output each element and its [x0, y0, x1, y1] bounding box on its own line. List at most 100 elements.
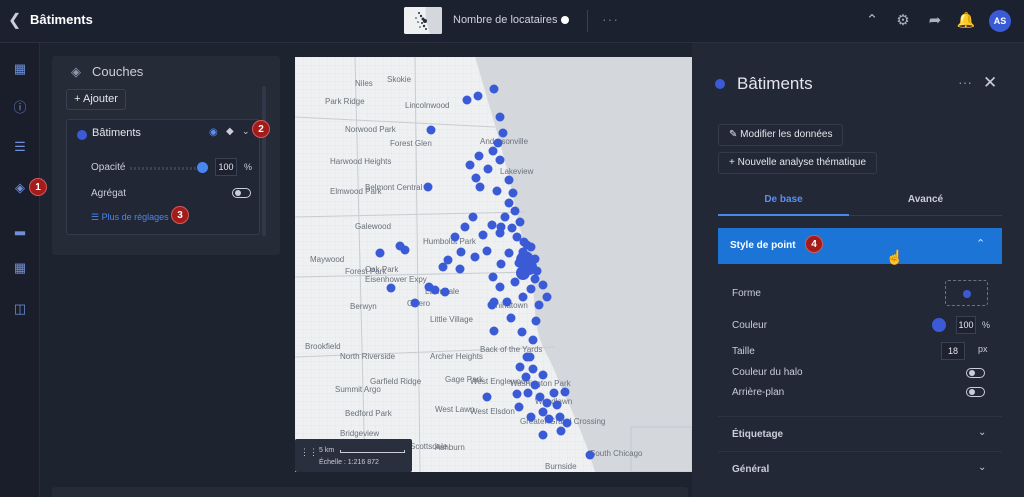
- building-point[interactable]: [482, 392, 492, 402]
- building-point[interactable]: [495, 155, 505, 165]
- building-point[interactable]: [508, 188, 518, 198]
- building-point[interactable]: [493, 138, 503, 148]
- bell-icon[interactable]: 🔔: [956, 11, 976, 31]
- color-opacity-input[interactable]: 100: [956, 316, 976, 334]
- building-point[interactable]: [504, 248, 514, 258]
- building-point[interactable]: [521, 372, 531, 382]
- avatar[interactable]: AS: [989, 10, 1011, 32]
- building-point[interactable]: [534, 300, 544, 310]
- building-point[interactable]: [440, 287, 450, 297]
- opacity-input[interactable]: 100: [215, 158, 237, 176]
- building-point[interactable]: [492, 186, 502, 196]
- building-point[interactable]: [504, 198, 514, 208]
- collapse-up-icon[interactable]: ⌃: [862, 11, 882, 31]
- building-point[interactable]: [512, 389, 522, 399]
- building-point[interactable]: [489, 84, 499, 94]
- building-point[interactable]: [456, 247, 466, 257]
- building-point[interactable]: [523, 388, 533, 398]
- building-point[interactable]: [475, 182, 485, 192]
- building-point[interactable]: [468, 212, 478, 222]
- building-point[interactable]: [518, 292, 528, 302]
- building-point[interactable]: [495, 112, 505, 122]
- building-point[interactable]: [470, 252, 480, 262]
- building-point[interactable]: [555, 412, 565, 422]
- building-point[interactable]: [562, 418, 572, 428]
- building-point[interactable]: [386, 283, 396, 293]
- building-point[interactable]: [473, 91, 483, 101]
- building-point[interactable]: [542, 292, 552, 302]
- opacity-slider[interactable]: [130, 167, 202, 170]
- building-point[interactable]: [552, 400, 562, 410]
- tag-icon[interactable]: ◆: [226, 126, 234, 137]
- building-point[interactable]: [538, 280, 548, 290]
- building-point[interactable]: [528, 364, 538, 374]
- building-point[interactable]: [549, 388, 559, 398]
- tab-basic[interactable]: De base: [718, 190, 849, 216]
- building-point[interactable]: [488, 272, 498, 282]
- building-point[interactable]: [528, 335, 538, 345]
- building-point[interactable]: [482, 246, 492, 256]
- building-point[interactable]: [507, 223, 517, 233]
- building-point[interactable]: [489, 326, 499, 336]
- close-icon[interactable]: ✕: [983, 73, 997, 93]
- building-point[interactable]: [542, 398, 552, 408]
- layer-card[interactable]: Bâtiments ◉ ◆ ⌄ Opacité 100 % Agrégat ☰ …: [66, 119, 260, 235]
- more-icon[interactable]: ···: [958, 74, 972, 90]
- back-button[interactable]: ❮: [8, 12, 24, 30]
- eye-icon[interactable]: ◉: [209, 127, 218, 138]
- building-point[interactable]: [471, 173, 481, 183]
- building-point[interactable]: [538, 370, 548, 380]
- building-point[interactable]: [510, 277, 520, 287]
- building-point[interactable]: [462, 95, 472, 105]
- building-point[interactable]: [496, 259, 506, 269]
- point-style-section[interactable]: Style de point ⌃: [718, 228, 1002, 264]
- building-point[interactable]: [538, 430, 548, 440]
- background-toggle[interactable]: [966, 387, 985, 397]
- building-point[interactable]: [488, 146, 498, 156]
- edit-data-button[interactable]: ✎ Modifier les données: [718, 124, 844, 146]
- general-section[interactable]: Général ⌄: [718, 451, 1002, 485]
- building-point[interactable]: [410, 298, 420, 308]
- info-icon[interactable]: ⓘ: [10, 98, 30, 118]
- building-point[interactable]: [483, 164, 493, 174]
- building-point[interactable]: [426, 125, 436, 135]
- building-point[interactable]: [526, 412, 536, 422]
- tab-advanced[interactable]: Avancé: [849, 190, 1002, 216]
- map-thumbnail[interactable]: [404, 7, 442, 34]
- building-point[interactable]: [504, 175, 514, 185]
- building-point[interactable]: [530, 380, 540, 390]
- building-point[interactable]: [450, 232, 460, 242]
- list-icon[interactable]: ☰: [10, 137, 30, 157]
- building-point[interactable]: [487, 220, 497, 230]
- building-point[interactable]: [525, 352, 535, 362]
- labeling-section[interactable]: Étiquetage ⌄: [718, 416, 1002, 450]
- building-point[interactable]: [465, 160, 475, 170]
- building-point[interactable]: [498, 128, 508, 138]
- opacity-slider-thumb[interactable]: [197, 162, 208, 173]
- building-point[interactable]: [515, 217, 525, 227]
- aggregate-toggle[interactable]: [232, 188, 251, 198]
- scrollbar[interactable]: [262, 86, 266, 236]
- building-point[interactable]: [424, 282, 434, 292]
- building-point[interactable]: [460, 222, 470, 232]
- building-point[interactable]: [531, 316, 541, 326]
- building-point[interactable]: [502, 297, 512, 307]
- building-point[interactable]: [455, 264, 465, 274]
- building-point[interactable]: [517, 327, 527, 337]
- share-icon[interactable]: ➦: [925, 11, 945, 31]
- color-swatch[interactable]: [932, 318, 946, 332]
- building-point[interactable]: [500, 212, 510, 222]
- building-point[interactable]: [538, 407, 548, 417]
- drag-handle-icon[interactable]: ⋮⋮: [300, 447, 318, 458]
- building-point[interactable]: [506, 313, 516, 323]
- map-canvas[interactable]: Skokie Niles Park Ridge Lincolnwood Norwood …: [295, 57, 692, 472]
- building-point[interactable]: [585, 450, 595, 460]
- building-point[interactable]: [535, 392, 545, 402]
- building-point[interactable]: [438, 262, 448, 272]
- building-point[interactable]: [515, 362, 525, 372]
- chart-icon[interactable]: ▂: [10, 218, 30, 238]
- building-point[interactable]: [544, 414, 554, 424]
- more-settings-link[interactable]: ☰ Plus de réglages: [91, 212, 169, 223]
- map-icon[interactable]: ▦: [10, 59, 30, 79]
- building-point[interactable]: [526, 242, 536, 252]
